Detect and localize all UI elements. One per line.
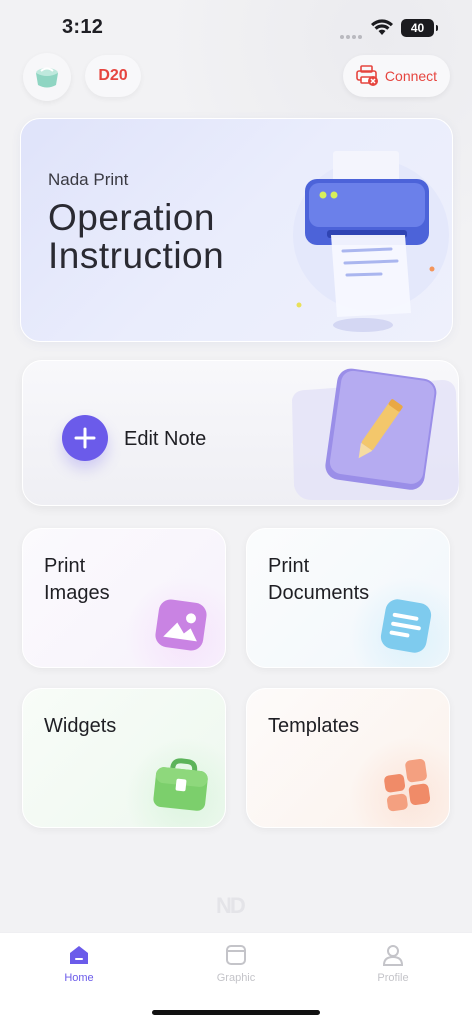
printer-illustration-icon	[293, 151, 449, 332]
tab-home-label: Home	[64, 972, 94, 984]
tile-label-line2: Images	[44, 582, 110, 604]
connect-label: Connect	[384, 68, 438, 84]
wifi-icon	[371, 19, 393, 35]
print-documents-label: Print Documents	[268, 553, 369, 607]
tile-label-line2: Documents	[268, 582, 370, 604]
template-grid-icon	[384, 758, 431, 812]
add-note-button[interactable]	[62, 415, 108, 461]
tab-graphic[interactable]: Graphic	[196, 943, 276, 984]
hero-subtitle: Nada Print	[48, 170, 129, 189]
home-screen: 3:12 40 D20 Connect Nada Print Operation…	[0, 0, 472, 1024]
signal-dots-icon	[340, 26, 364, 39]
operation-instruction-banner[interactable]: Nada Print Operation Instruction	[20, 118, 453, 342]
home-icon	[70, 946, 88, 964]
printer-avatar-icon	[36, 67, 58, 88]
print-images-label: Print Images	[44, 553, 110, 607]
widgets-tile[interactable]: Widgets	[22, 688, 226, 828]
print-documents-tile[interactable]: Print Documents	[246, 528, 450, 668]
tab-profile[interactable]: Profile	[353, 943, 433, 984]
templates-label: Templates	[268, 715, 360, 737]
profile-icon	[382, 945, 404, 966]
brand-watermark: ND	[216, 893, 246, 918]
status-time: 3:12	[62, 16, 104, 38]
edit-note-label: Edit Note	[124, 428, 207, 450]
tab-profile-label: Profile	[377, 972, 409, 984]
widgets-label: Widgets	[44, 715, 117, 737]
hero-title-line2: Instruction	[48, 235, 225, 276]
tile-label-line1: Print	[44, 555, 86, 577]
tile-label-line1: Print	[268, 555, 310, 577]
hero-title-line1: Operation	[48, 197, 215, 238]
document-icon	[380, 599, 432, 653]
tab-home[interactable]: Home	[39, 943, 119, 984]
templates-tile[interactable]: Templates	[246, 688, 450, 828]
home-indicator	[152, 1010, 320, 1015]
battery-indicator: 40	[401, 19, 438, 37]
notepad-pencil-icon	[292, 368, 459, 500]
edit-note-card[interactable]: Edit Note	[22, 360, 459, 506]
printer-disconnected-icon	[356, 65, 378, 86]
status-bar: 3:12 40	[0, 0, 472, 56]
image-icon	[155, 599, 207, 651]
hero-title: Operation Instruction	[48, 199, 308, 275]
toolbox-icon	[153, 758, 208, 811]
print-images-tile[interactable]: Print Images	[22, 528, 226, 668]
device-model-chip[interactable]: D20	[85, 55, 141, 97]
tab-graphic-label: Graphic	[216, 972, 256, 984]
connect-button[interactable]: Connect	[343, 55, 450, 97]
plus-icon	[74, 427, 96, 449]
graphic-icon	[226, 945, 246, 965]
device-avatar[interactable]	[23, 53, 71, 101]
